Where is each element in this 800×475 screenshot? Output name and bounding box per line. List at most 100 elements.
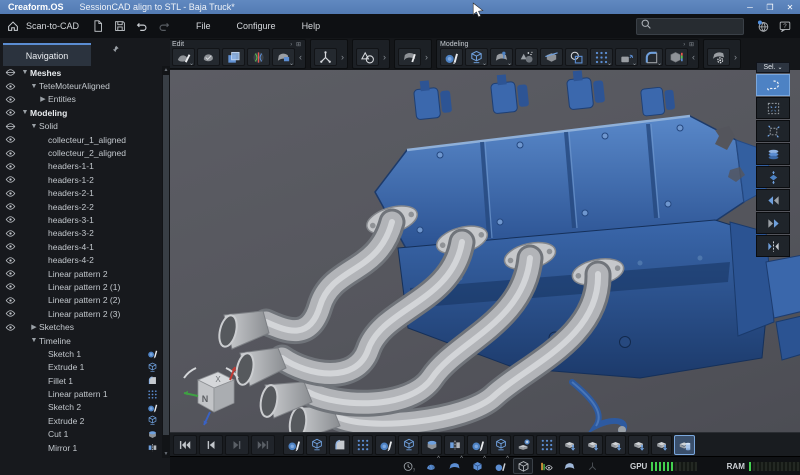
tree-row[interactable]: Linear pattern 2 (2) bbox=[0, 294, 162, 307]
visibility-eye-icon[interactable] bbox=[5, 201, 18, 213]
search-input[interactable] bbox=[652, 22, 740, 31]
visibility-eye-icon[interactable] bbox=[5, 93, 18, 105]
visibility-eye-icon[interactable] bbox=[5, 134, 18, 146]
ribbon-group-controls[interactable]: › ⊞ bbox=[290, 41, 302, 48]
tree-chevron-icon[interactable]: ▼ bbox=[29, 83, 39, 90]
tree-row[interactable]: Sketch 2 bbox=[0, 401, 162, 414]
tree-row[interactable]: Mirror 1 bbox=[0, 441, 162, 454]
ribbon-group-scroll[interactable]: › bbox=[425, 52, 428, 62]
mirror-selection-button[interactable] bbox=[756, 235, 790, 257]
timeline-feature-pattern-button[interactable] bbox=[536, 435, 557, 455]
flip-selection-left-button[interactable] bbox=[756, 189, 790, 211]
tree-row[interactable]: Extrude 2 bbox=[0, 414, 162, 427]
tree-row[interactable]: headers-3-1 bbox=[0, 213, 162, 226]
visibility-eye-icon[interactable] bbox=[5, 160, 18, 172]
redo-button[interactable] bbox=[155, 17, 173, 35]
tree-row[interactable]: Linear pattern 1 bbox=[0, 387, 162, 400]
surface-pin-tool-button[interactable]: ⌄ bbox=[490, 48, 513, 66]
tree-row[interactable]: Fillet 1 bbox=[0, 374, 162, 387]
menu-help[interactable]: Help bbox=[289, 21, 334, 31]
tree-row[interactable]: headers-4-2 bbox=[0, 253, 162, 266]
visibility-eye-icon[interactable] bbox=[5, 174, 18, 186]
scroll-down-arrow[interactable]: ▼ bbox=[162, 450, 170, 458]
sketch-shapes-tool-button[interactable] bbox=[356, 48, 379, 66]
go-to-start-button[interactable] bbox=[173, 435, 197, 455]
tree-chevron-icon[interactable]: ▼ bbox=[20, 109, 30, 116]
visibility-eye-icon[interactable] bbox=[5, 67, 18, 79]
window-minimize-button[interactable]: ─ bbox=[740, 0, 760, 14]
mesh-display-button[interactable]: ^ bbox=[421, 458, 441, 474]
timeline-feature-extrude-button[interactable] bbox=[398, 435, 419, 455]
tree-row[interactable]: Linear pattern 2 (3) bbox=[0, 307, 162, 320]
tree-row[interactable]: Extrude 1 bbox=[0, 361, 162, 374]
scroll-up-arrow[interactable]: ▲ bbox=[162, 66, 170, 74]
cut-tool-button[interactable] bbox=[540, 48, 563, 66]
tree-row[interactable]: headers-3-2 bbox=[0, 227, 162, 240]
surface-filter-button[interactable] bbox=[559, 458, 579, 474]
thicken-tool-button[interactable]: ⌄ bbox=[615, 48, 638, 66]
window-close-button[interactable]: ✕ bbox=[780, 0, 800, 14]
fillet-tool-button[interactable]: ⌄ bbox=[640, 48, 663, 66]
window-maximize-button[interactable]: ❐ bbox=[760, 0, 780, 14]
timeline-feature-fillet-f-button[interactable] bbox=[329, 435, 350, 455]
timeline-feature-sketch-button[interactable] bbox=[467, 435, 488, 455]
timeline-feature-body-button[interactable] bbox=[582, 435, 603, 455]
sketch-display-button[interactable]: ^ bbox=[490, 458, 510, 474]
tree-row[interactable]: ▶Entities bbox=[0, 93, 162, 106]
planes-tool-button[interactable] bbox=[222, 48, 245, 66]
home-button[interactable] bbox=[4, 17, 22, 35]
visibility-eye-icon[interactable] bbox=[5, 268, 18, 280]
timeline-feature-body-button[interactable] bbox=[559, 435, 580, 455]
visibility-eye-icon[interactable] bbox=[5, 147, 18, 159]
ribbon-group-scroll[interactable]: ‹ bbox=[299, 52, 302, 62]
tree-chevron-icon[interactable]: ▼ bbox=[29, 337, 39, 344]
save-button[interactable] bbox=[111, 17, 129, 35]
timeline-feature-boss-button[interactable] bbox=[513, 435, 534, 455]
fit-surface-tool-button[interactable]: ⌄ bbox=[272, 48, 295, 66]
tree-row[interactable]: ▼Modeling bbox=[0, 106, 162, 119]
visibility-eye-icon[interactable] bbox=[5, 281, 18, 293]
tree-row[interactable]: ▼TeteMoteurAligned bbox=[0, 79, 162, 92]
visibility-filter-button[interactable] bbox=[536, 458, 556, 474]
select-through-button[interactable] bbox=[756, 166, 790, 188]
visibility-eye-icon[interactable] bbox=[5, 254, 18, 266]
tree-chevron-icon[interactable]: ▼ bbox=[29, 123, 39, 130]
tree-row[interactable]: headers-1-2 bbox=[0, 173, 162, 186]
tree-chevron-icon[interactable]: ▶ bbox=[29, 323, 39, 331]
flip-selection-right-button[interactable] bbox=[756, 212, 790, 234]
tree-chevron-icon[interactable]: ▼ bbox=[20, 69, 30, 76]
step-forward-button[interactable] bbox=[225, 435, 249, 455]
select-layers-button[interactable] bbox=[756, 143, 790, 165]
tree-row[interactable]: headers-2-1 bbox=[0, 187, 162, 200]
gear-surface-tool-button[interactable] bbox=[707, 48, 730, 66]
shrink-selection-button[interactable] bbox=[756, 97, 790, 119]
timeline-feature-body-button[interactable] bbox=[651, 435, 672, 455]
tab-navigation[interactable]: Navigation bbox=[3, 43, 91, 66]
tree-row[interactable]: collecteur_1_aligned bbox=[0, 133, 162, 146]
ribbon-group-scroll[interactable]: › bbox=[383, 52, 386, 62]
lasso-select-button[interactable] bbox=[756, 74, 790, 96]
menu-file[interactable]: File bbox=[183, 21, 224, 31]
view-cube[interactable]: X N bbox=[184, 367, 238, 425]
step-back-button[interactable] bbox=[199, 435, 223, 455]
timeline-feature-body-cyl-button[interactable] bbox=[674, 435, 695, 455]
clean-mesh-tool-button[interactable] bbox=[197, 48, 220, 66]
search-box[interactable] bbox=[636, 18, 744, 35]
tree-row[interactable]: Cut 1 bbox=[0, 428, 162, 441]
tree-row[interactable]: ▼Solid bbox=[0, 120, 162, 133]
visibility-eye-icon[interactable] bbox=[5, 107, 18, 119]
tree-row[interactable]: collecteur_2_aligned bbox=[0, 146, 162, 159]
timeline-feature-pattern-button[interactable] bbox=[352, 435, 373, 455]
tree-row[interactable]: ▼Timeline bbox=[0, 334, 162, 347]
timeline-feature-sketch-button[interactable] bbox=[283, 435, 304, 455]
visibility-eye-icon[interactable] bbox=[5, 294, 18, 306]
primitives-tool-button[interactable] bbox=[515, 48, 538, 66]
surface-display-button[interactable]: ^ bbox=[444, 458, 464, 474]
timeline-feature-mirror-f-button[interactable] bbox=[444, 435, 465, 455]
tree-row[interactable]: ▶Sketches bbox=[0, 320, 162, 333]
viewport-3d[interactable]: X N bbox=[170, 70, 800, 432]
visibility-eye-icon[interactable] bbox=[5, 308, 18, 320]
visibility-eye-icon[interactable] bbox=[5, 227, 18, 239]
tree-row[interactable]: Linear pattern 2 bbox=[0, 267, 162, 280]
pattern-tool-button[interactable]: ⌄ bbox=[590, 48, 613, 66]
